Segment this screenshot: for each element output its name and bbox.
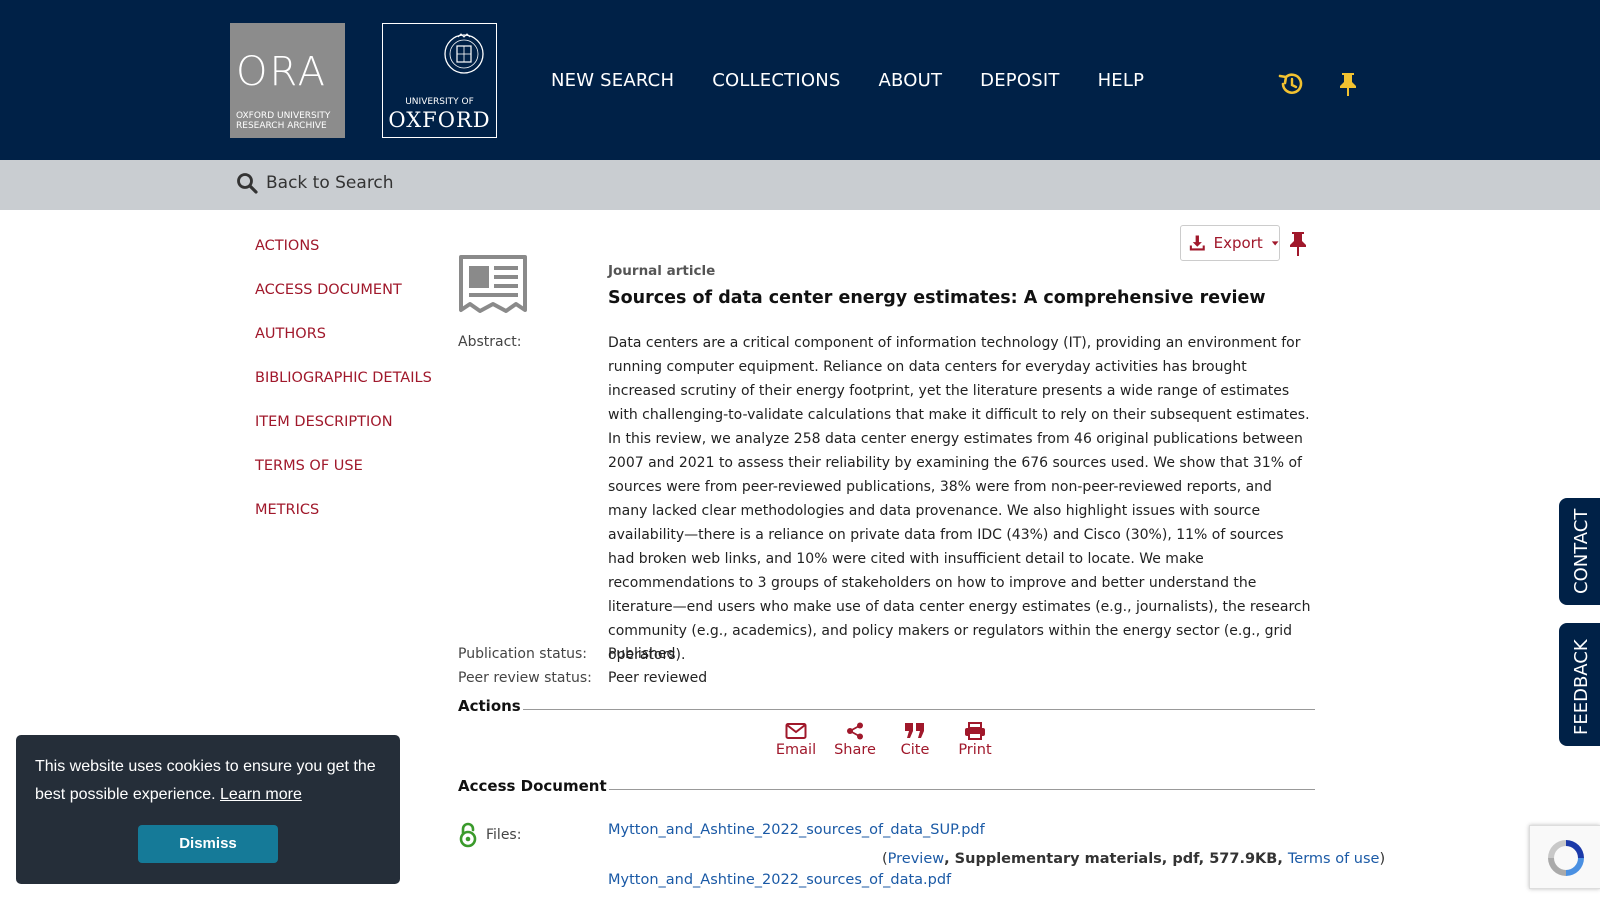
file-details: , Supplementary materials, pdf, 577.9KB, <box>944 851 1288 867</box>
caret-down-icon <box>1271 241 1279 246</box>
ora-logo[interactable]: ORA OXFORD UNIVERSITY RESEARCH ARCHIVE <box>230 23 345 138</box>
file-meta-supplementary: (Preview, Supplementary materials, pdf, … <box>882 851 1385 867</box>
ora-logo-line1: OXFORD UNIVERSITY <box>236 111 331 121</box>
actions-heading: Actions <box>458 697 523 715</box>
back-to-search-link[interactable]: Back to Search <box>236 172 394 194</box>
ora-logo-text: ORA <box>236 49 328 95</box>
cookie-message: This website uses cookies to ensure you … <box>35 753 385 809</box>
site-header: ORA OXFORD UNIVERSITY RESEARCH ARCHIVE U… <box>0 0 1600 160</box>
feedback-tab[interactable]: FEEDBACK <box>1559 623 1600 746</box>
nav-about[interactable]: ABOUT <box>878 70 942 91</box>
ora-logo-subtext: OXFORD UNIVERSITY RESEARCH ARCHIVE <box>236 111 330 131</box>
export-button[interactable]: Export <box>1180 225 1280 261</box>
print-icon <box>965 722 985 740</box>
files-label-row: Files: <box>458 822 521 848</box>
peer-review-status-value: Peer reviewed <box>608 670 708 686</box>
menu-metrics[interactable]: METRICS <box>255 502 432 546</box>
contact-tab[interactable]: CONTACT <box>1559 498 1600 605</box>
file-link-main[interactable]: Mytton_and_Ashtine_2022_sources_of_data.… <box>608 872 951 888</box>
share-label: Share <box>834 742 876 758</box>
record-type: Journal article <box>608 263 716 279</box>
nav-collections[interactable]: COLLECTIONS <box>712 70 840 91</box>
feedback-tab-label: FEEDBACK <box>1571 639 1592 735</box>
pin-icon[interactable] <box>1334 70 1362 98</box>
print-action[interactable]: Print <box>955 722 995 758</box>
search-icon <box>237 173 258 194</box>
oxford-crest-icon <box>444 33 484 74</box>
dismiss-button[interactable]: Dismiss <box>138 825 278 863</box>
section-divider <box>458 709 1315 710</box>
menu-bibliographic-details[interactable]: BIBLIOGRAPHIC DETAILS <box>255 370 432 414</box>
print-label: Print <box>958 742 992 758</box>
oxford-logo[interactable]: UNIVERSITY OF OXFORD <box>382 23 497 138</box>
share-action[interactable]: Share <box>831 722 879 758</box>
main-nav: NEW SEARCH COLLECTIONS ABOUT DEPOSIT HEL… <box>551 70 1144 91</box>
recaptcha-icon <box>1548 840 1584 876</box>
cookie-message-text: This website uses cookies to ensure you … <box>35 758 376 803</box>
abstract-label: Abstract: <box>458 334 522 350</box>
email-icon <box>785 723 807 739</box>
publication-status-value: Published <box>608 646 676 662</box>
email-action[interactable]: Email <box>774 722 818 758</box>
abstract-text: Data centers are a critical component of… <box>608 335 1311 663</box>
menu-authors[interactable]: AUTHORS <box>255 326 432 370</box>
contact-tab-label: CONTACT <box>1571 508 1592 594</box>
cookie-banner: This website uses cookies to ensure you … <box>16 735 400 884</box>
export-label: Export <box>1213 234 1263 252</box>
terms-of-use-link[interactable]: Terms of use <box>1288 851 1380 867</box>
ora-logo-line2: RESEARCH ARCHIVE <box>236 121 327 131</box>
menu-actions[interactable]: ACTIONS <box>255 238 432 282</box>
cite-label: Cite <box>900 742 930 758</box>
actions-section-heading: Actions <box>458 697 1315 717</box>
email-label: Email <box>775 742 817 758</box>
nav-help[interactable]: HELP <box>1098 70 1145 91</box>
oxford-logo-line1: UNIVERSITY OF <box>405 97 474 107</box>
meta-close-paren: ) <box>1379 851 1386 867</box>
publication-status-label: Publication status: <box>458 646 588 662</box>
download-icon <box>1189 235 1205 251</box>
cite-action[interactable]: Cite <box>897 722 933 758</box>
menu-terms-of-use[interactable]: TERMS OF USE <box>255 458 432 502</box>
files-label: Files: <box>486 827 522 843</box>
learn-more-link[interactable]: Learn more <box>220 786 302 803</box>
oxford-logo-line2: OXFORD <box>388 108 491 132</box>
open-access-icon <box>459 822 477 848</box>
share-icon <box>847 722 863 740</box>
record-title: Sources of data center energy estimates:… <box>608 288 1266 308</box>
history-icon[interactable] <box>1277 70 1305 98</box>
access-document-heading: Access Document <box>458 777 609 795</box>
menu-item-description[interactable]: ITEM DESCRIPTION <box>255 414 432 458</box>
record-section-menu: ACTIONS ACCESS DOCUMENT AUTHORS BIBLIOGR… <box>255 238 432 546</box>
nav-new-search[interactable]: NEW SEARCH <box>551 70 674 91</box>
file-link-supplementary[interactable]: Mytton_and_Ashtine_2022_sources_of_data_… <box>608 822 985 838</box>
pin-record-icon[interactable] <box>1286 230 1310 258</box>
back-to-search-label: Back to Search <box>266 173 394 193</box>
journal-article-icon <box>459 255 527 313</box>
nav-deposit[interactable]: DEPOSIT <box>980 70 1059 91</box>
quote-icon <box>905 723 924 738</box>
menu-access-document[interactable]: ACCESS DOCUMENT <box>255 282 432 326</box>
peer-review-status-label: Peer review status: <box>458 670 592 686</box>
access-document-section-heading: Access Document <box>458 777 1315 797</box>
back-bar: Back to Search <box>0 160 1600 210</box>
preview-link[interactable]: Preview <box>888 851 944 867</box>
recaptcha-badge[interactable] <box>1529 825 1600 889</box>
